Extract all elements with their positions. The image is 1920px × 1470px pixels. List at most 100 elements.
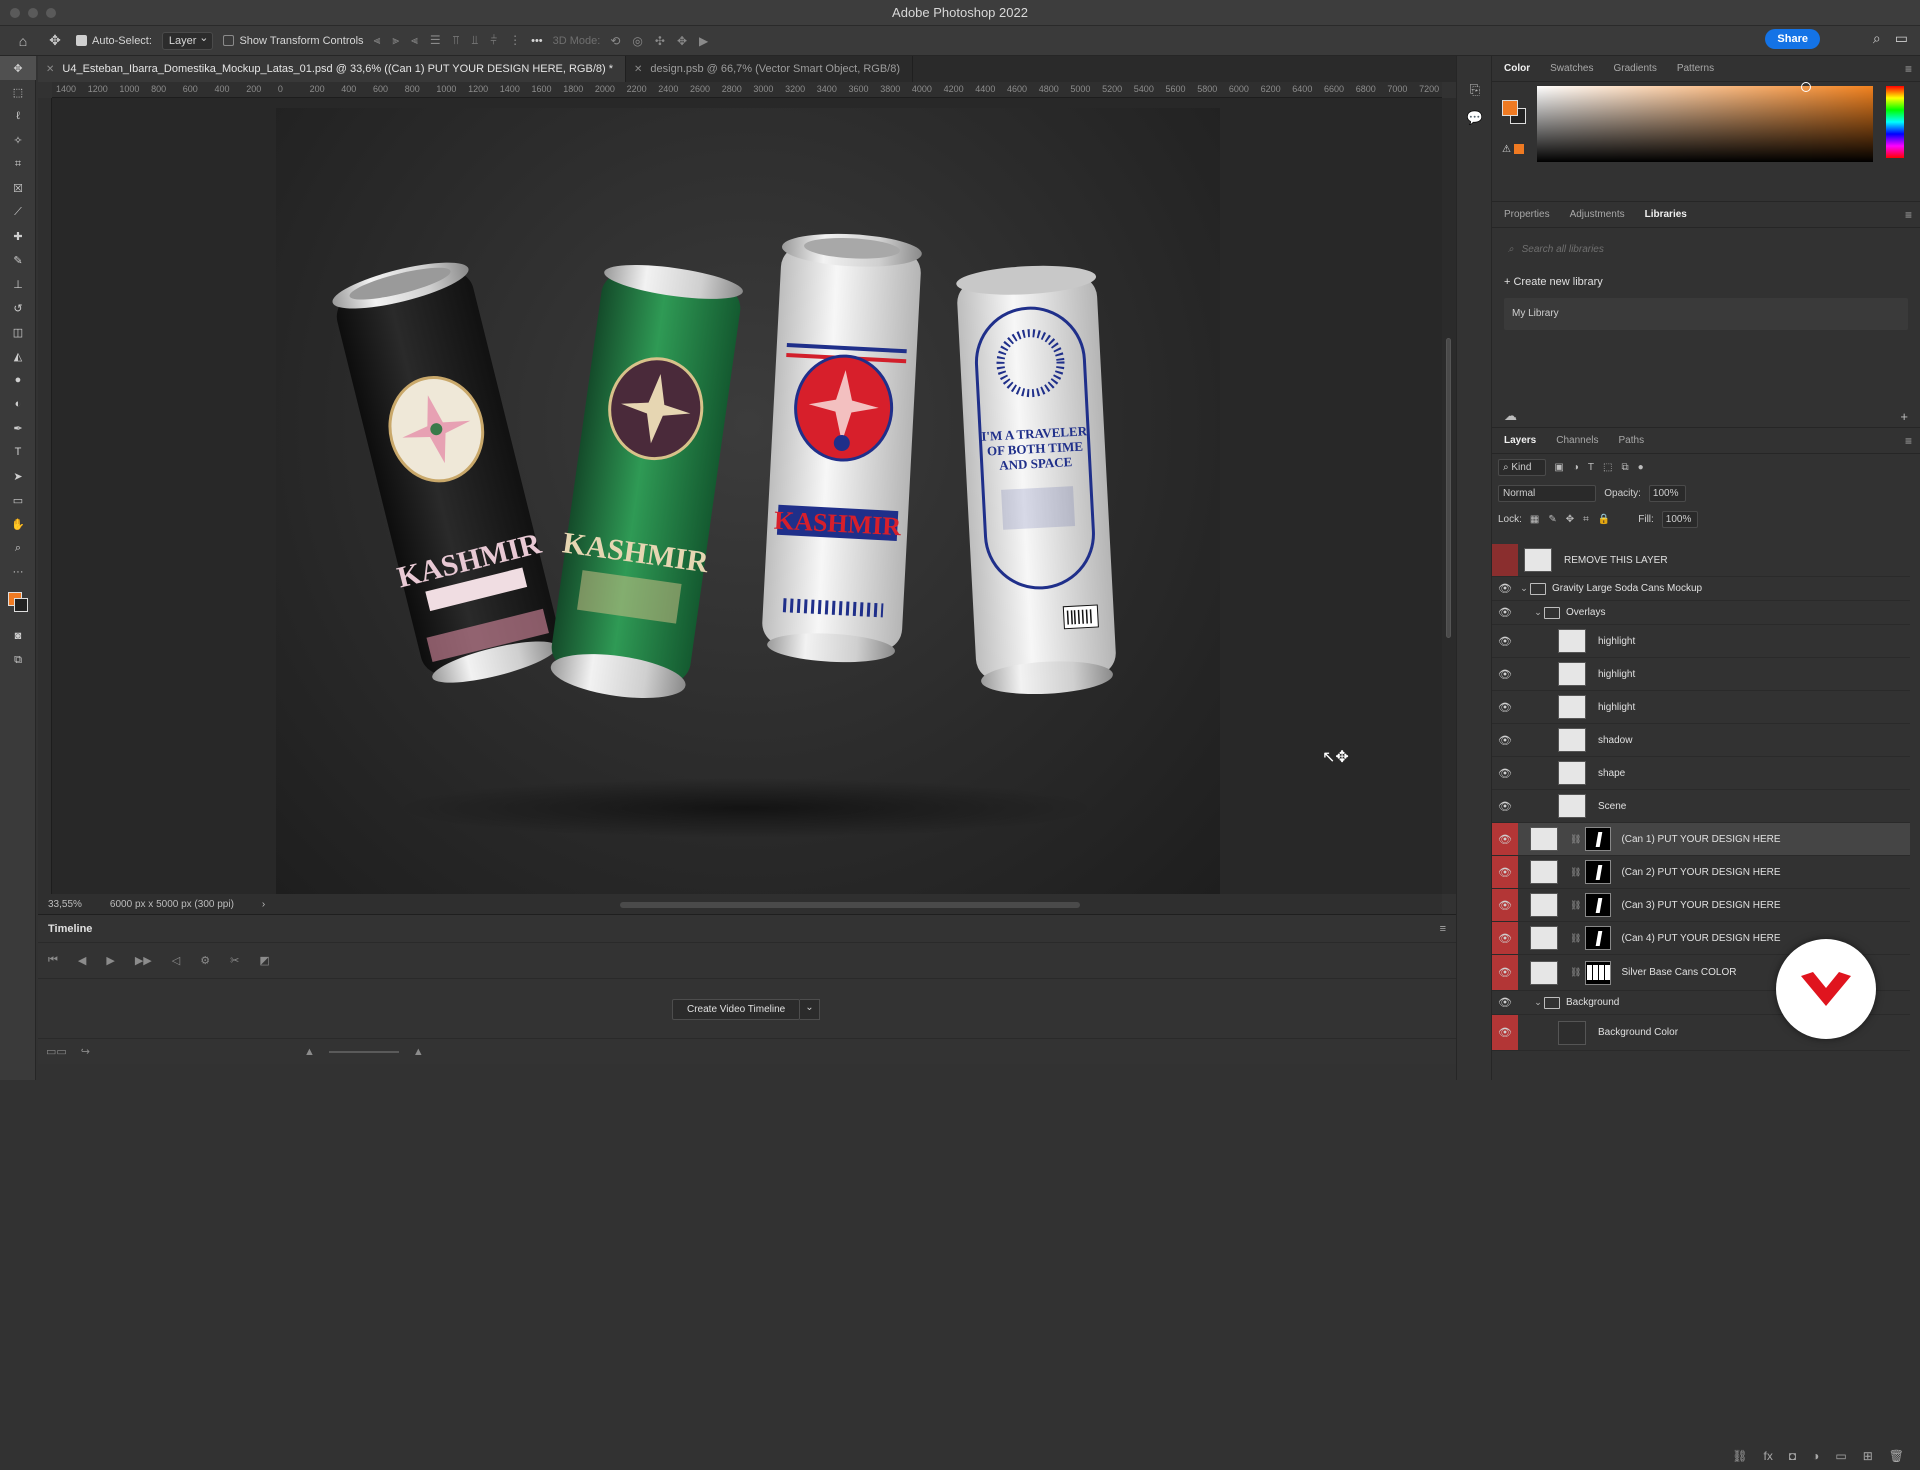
render-icon[interactable]: ↪ — [81, 1045, 90, 1058]
tab-design[interactable]: ✕ design.psb @ 66,7% (Vector Smart Object… — [626, 56, 914, 82]
blend-mode-dropdown[interactable]: Normal — [1498, 484, 1597, 502]
frame-tool-icon[interactable]: ☒ — [0, 176, 36, 200]
filter-icons[interactable]: ▣ ◑ T ⬚ ⧉ ● — [1554, 462, 1643, 473]
opacity-field[interactable]: 100% — [1648, 484, 1686, 502]
lock-icons[interactable]: ▦ ✎ ✥ ⌗ 🔒 — [1530, 514, 1610, 525]
add-icon[interactable]: + — [1900, 409, 1908, 424]
layer-row-selected[interactable]: 👁 ⛓ (Can 1) PUT YOUR DESIGN HERE — [1492, 823, 1910, 856]
split-icon[interactable]: ✂ — [230, 954, 239, 967]
document-size[interactable]: 6000 px x 5000 px (300 ppi) — [110, 899, 234, 910]
home-icon[interactable]: ⌂ — [12, 30, 34, 52]
tab-swatches[interactable]: Swatches — [1542, 57, 1601, 80]
layer-row[interactable]: 👁 highlight — [1492, 625, 1910, 658]
gamut-warning-icon[interactable]: ⚠ — [1502, 144, 1524, 155]
close-window-button[interactable] — [10, 8, 20, 18]
layer-row[interactable]: 👁 ⛓ (Can 3) PUT YOUR DESIGN HERE — [1492, 889, 1910, 922]
zoom-window-button[interactable] — [46, 8, 56, 18]
paint-bucket-icon[interactable]: ◭ — [0, 344, 36, 368]
link-layers-icon[interactable]: ⛓ — [1732, 1449, 1747, 1463]
dodge-tool-icon[interactable]: ◐ — [0, 392, 36, 416]
tab-gradients[interactable]: Gradients — [1605, 57, 1664, 80]
comments-icon[interactable]: 💬 — [1457, 104, 1493, 132]
workspace-icon[interactable]: ▭ — [1895, 30, 1908, 47]
zoom-tool-icon[interactable]: ⌕ — [0, 536, 36, 560]
layer-row[interactable]: 👁 ⌄ Overlays — [1492, 601, 1910, 625]
blur-tool-icon[interactable]: ● — [0, 368, 36, 392]
layer-row[interactable]: 👁 ⛓ (Can 2) PUT YOUR DESIGN HERE — [1492, 856, 1910, 889]
history-icon[interactable]: ⎘ — [1457, 76, 1493, 104]
move-tool-icon[interactable]: ✥ — [44, 30, 66, 52]
chevron-down-icon[interactable]: ⌄ — [800, 999, 820, 1020]
stamp-tool-icon[interactable]: ⊥ — [0, 272, 36, 296]
tab-libraries[interactable]: Libraries — [1637, 203, 1695, 226]
search-icon[interactable]: ⌕ — [1873, 30, 1881, 47]
convert-icon[interactable]: ▭▭ — [46, 1045, 67, 1058]
color-field[interactable] — [1537, 82, 1873, 162]
eraser-tool-icon[interactable]: ◫ — [0, 320, 36, 344]
layer-row[interactable]: 👁 Scene — [1492, 790, 1910, 823]
panel-menu-icon[interactable]: ≡ — [1905, 208, 1912, 222]
healing-brush-icon[interactable]: ✚ — [0, 224, 36, 248]
align-icons[interactable]: ⫷ ⫸ ⫷ ☰ ⫪ ⫫ ⫩ ⋮ — [374, 33, 522, 48]
transition-icon[interactable]: ◩ — [259, 954, 269, 967]
layer-row[interactable]: REMOVE THIS LAYER — [1492, 544, 1910, 577]
zoom-in-icon[interactable]: ▲ — [413, 1046, 424, 1058]
prev-frame-icon[interactable]: ◀ — [78, 954, 86, 967]
tab-properties[interactable]: Properties — [1496, 203, 1558, 226]
cloud-icon[interactable]: ☁ — [1504, 408, 1517, 424]
hand-tool-icon[interactable]: ✋ — [0, 512, 36, 536]
tab-mockup[interactable]: ✕ U4_Esteban_Ibarra_Domestika_Mockup_Lata… — [38, 56, 627, 82]
layer-row[interactable]: 👁 shape — [1492, 757, 1910, 790]
add-mask-icon[interactable]: ◘ — [1789, 1449, 1796, 1463]
more-tools-icon[interactable]: ··· — [0, 560, 36, 584]
kind-filter[interactable]: ⌕ Kind — [1498, 458, 1547, 476]
create-library-button[interactable]: + Create new library — [1492, 270, 1920, 294]
create-video-timeline-button[interactable]: Create Video Timeline — [672, 999, 801, 1020]
auto-select-checkbox[interactable]: Auto-Select: — [76, 35, 152, 47]
screen-mode-icon[interactable]: ⧉ — [0, 648, 36, 672]
panel-menu-icon[interactable]: ≡ — [1440, 923, 1446, 935]
library-search[interactable]: ⌕ Search all libraries — [1502, 236, 1910, 262]
more-options-icon[interactable]: ••• — [531, 35, 543, 47]
status-chevron-icon[interactable]: › — [262, 899, 265, 910]
tab-color[interactable]: Color — [1496, 57, 1538, 80]
path-select-icon[interactable]: ➤ — [0, 464, 36, 488]
zoom-slider[interactable] — [328, 1050, 399, 1053]
play-icon[interactable]: ▶ — [106, 954, 114, 967]
hue-slider[interactable] — [1886, 86, 1904, 158]
tab-patterns[interactable]: Patterns — [1669, 57, 1722, 80]
brush-tool-icon[interactable]: ✎ — [0, 248, 36, 272]
tab-paths[interactable]: Paths — [1611, 429, 1653, 452]
panel-menu-icon[interactable]: ≡ — [1905, 434, 1912, 448]
share-button[interactable]: Share — [1765, 29, 1820, 49]
layer-row[interactable]: 👁 highlight — [1492, 691, 1910, 724]
zoom-level[interactable]: 33,55% — [48, 899, 82, 910]
layer-row[interactable]: 👁 highlight — [1492, 658, 1910, 691]
panel-menu-icon[interactable]: ≡ — [1905, 62, 1912, 76]
trash-icon[interactable]: 🗑 — [1889, 1449, 1904, 1463]
move-tool-icon[interactable]: ✥ — [0, 56, 36, 80]
tab-adjustments[interactable]: Adjustments — [1562, 203, 1633, 226]
adjustment-layer-icon[interactable]: ◑ — [1812, 1449, 1819, 1463]
vertical-scrollbar[interactable] — [1442, 98, 1456, 894]
quick-mask-icon[interactable]: ◙ — [0, 624, 36, 648]
zoom-out-icon[interactable]: ▲ — [304, 1046, 315, 1058]
tab-layers[interactable]: Layers — [1496, 429, 1544, 452]
audio-icon[interactable]: ◁ — [172, 954, 180, 967]
crop-tool-icon[interactable]: ⌗ — [0, 152, 36, 176]
document-canvas[interactable]: KASHMIR KASHMIR KASHMIR I'M A TRAVELER O… — [276, 108, 1220, 898]
new-layer-icon[interactable]: ⊞ — [1863, 1449, 1873, 1463]
window-controls[interactable] — [10, 8, 56, 18]
fill-field[interactable]: 100% — [1661, 510, 1699, 528]
library-item[interactable]: My Library — [1504, 298, 1908, 330]
settings-icon[interactable]: ⚙ — [200, 954, 210, 967]
layer-row[interactable]: 👁 ⌄ Gravity Large Soda Cans Mockup — [1492, 577, 1910, 601]
magic-wand-icon[interactable]: ✧ — [0, 128, 36, 152]
eyedropper-icon[interactable]: ⟋ — [0, 200, 36, 224]
pen-tool-icon[interactable]: ✒ — [0, 416, 36, 440]
next-frame-icon[interactable]: ▶▶ — [135, 954, 152, 967]
new-group-icon[interactable]: ▭ — [1835, 1449, 1846, 1463]
rectangle-tool-icon[interactable]: ▭ — [0, 488, 36, 512]
3d-tools-icons[interactable]: ⟲ ◎ ✣ ✥ ▶ — [610, 34, 708, 48]
auto-select-dropdown[interactable]: Layer — [161, 31, 214, 50]
